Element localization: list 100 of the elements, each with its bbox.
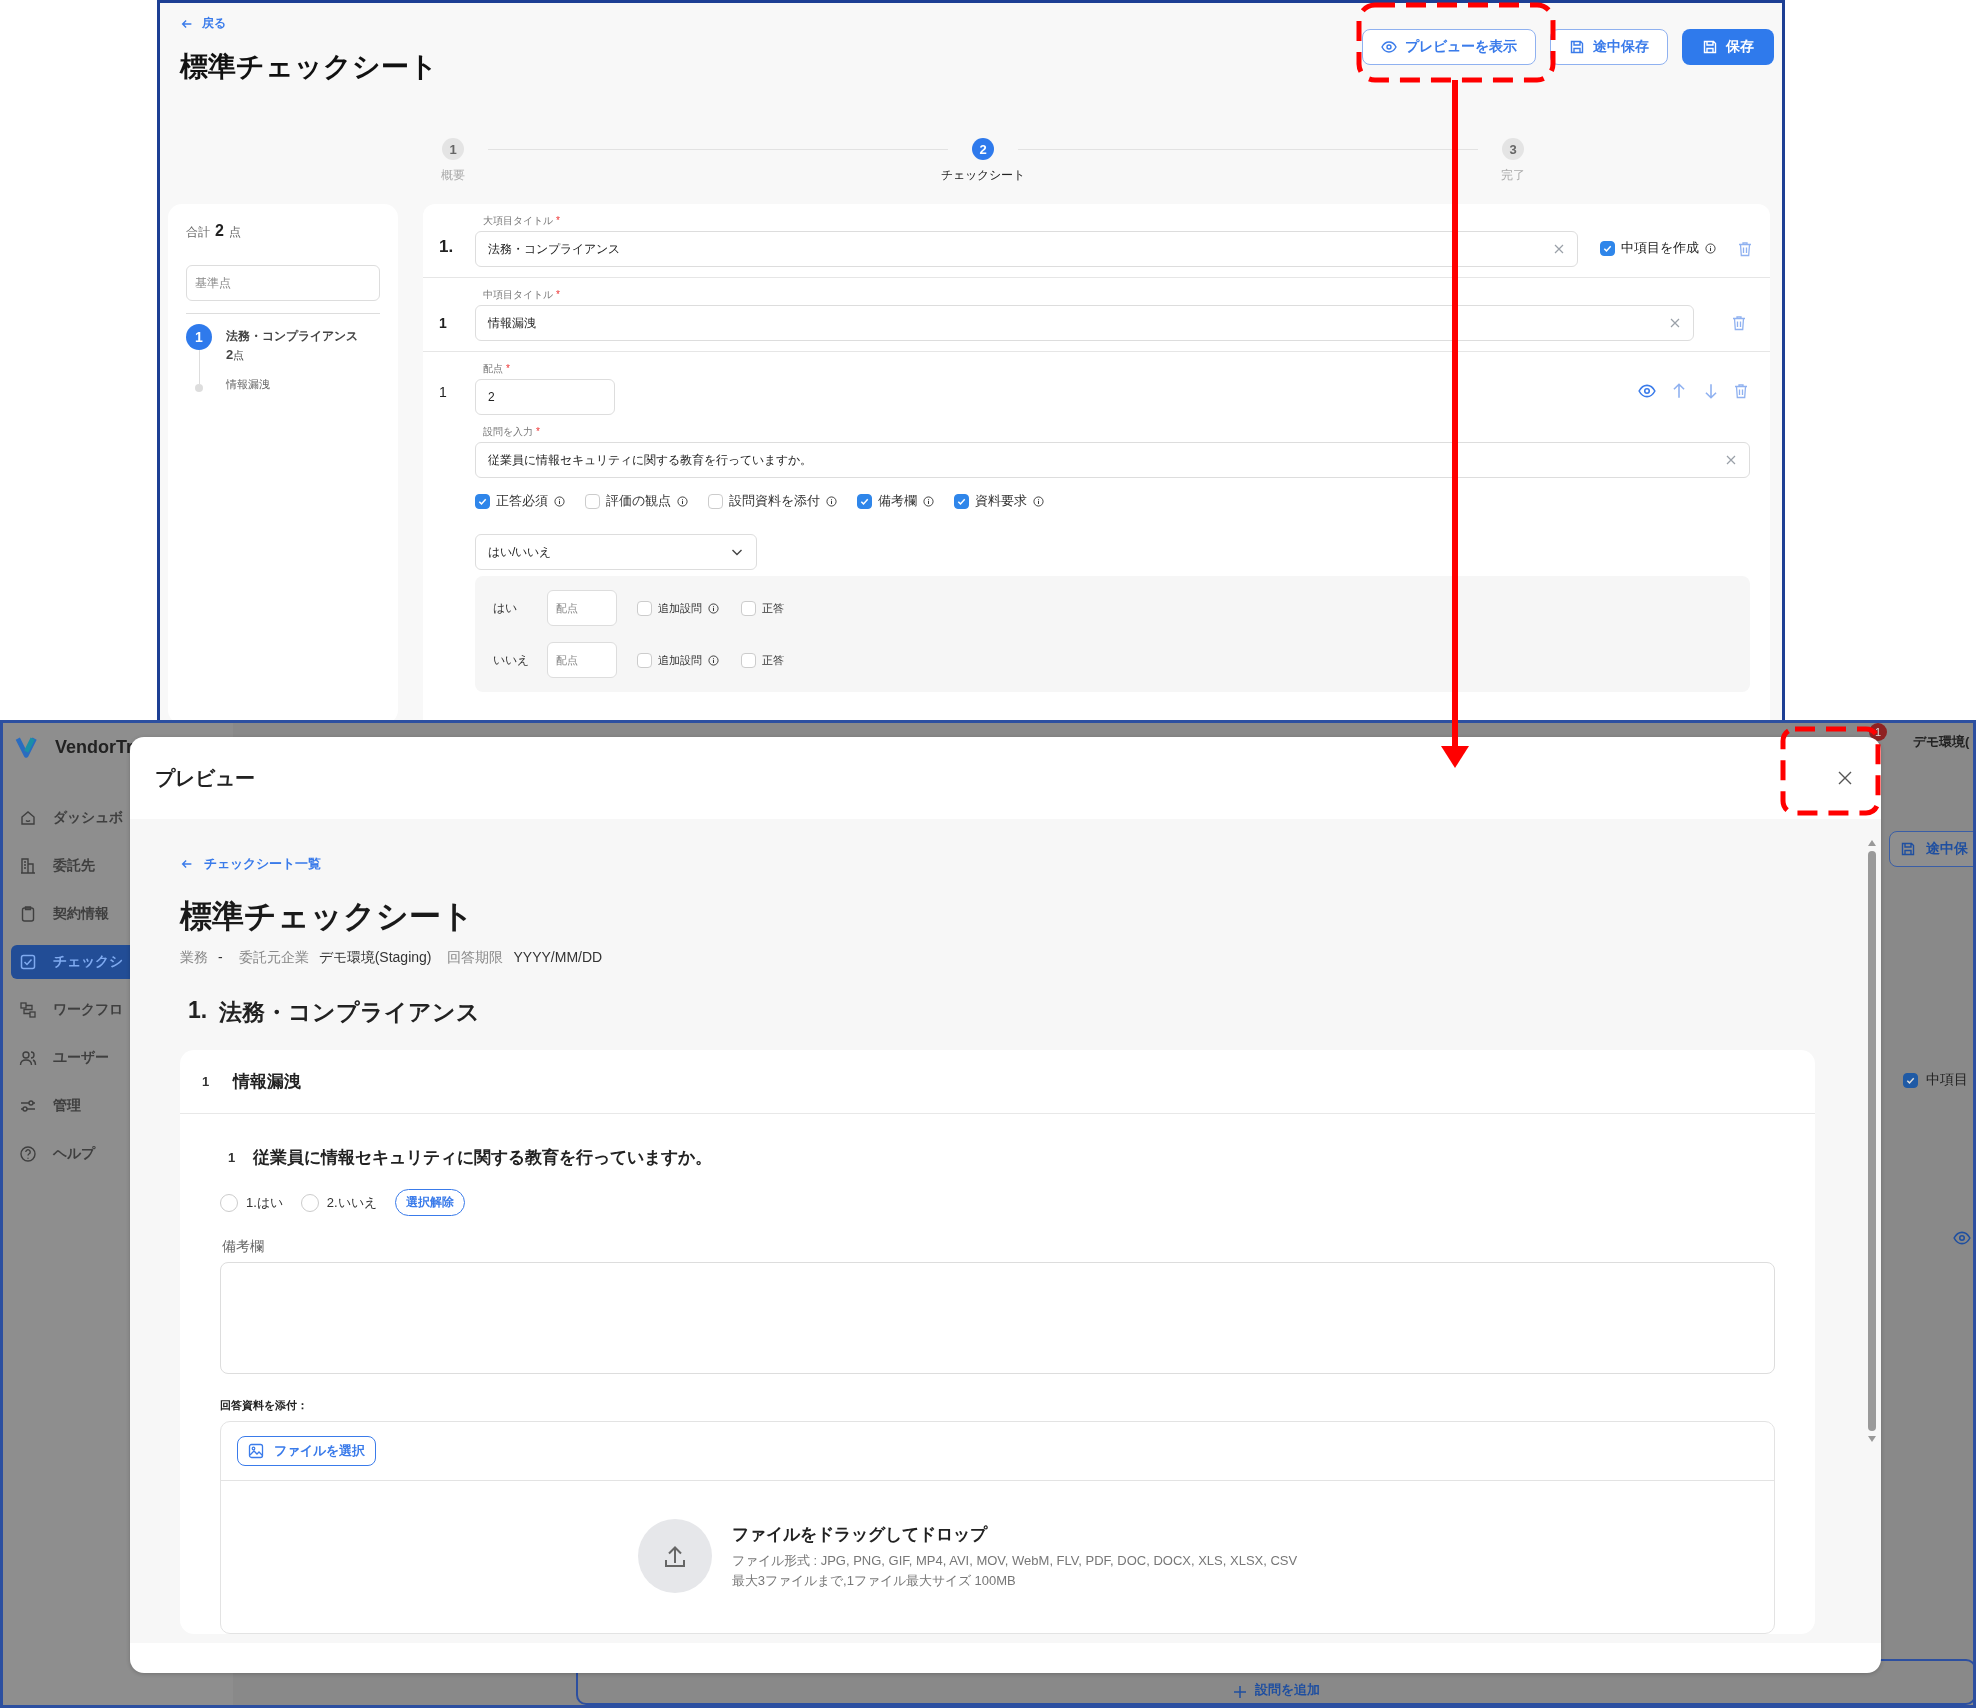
clear-icon[interactable] [1725, 454, 1737, 466]
sheet-title: 標準チェックシート [180, 897, 475, 936]
points-field[interactable]: 配点 [547, 590, 617, 626]
step-label: 概要 [441, 167, 465, 184]
outline-subitem[interactable]: 情報漏洩 [226, 377, 358, 392]
info-icon [923, 495, 934, 507]
save-icon [1900, 841, 1916, 857]
group-number: 1 [202, 1074, 210, 1089]
step-number: 3 [1502, 138, 1524, 160]
nav-item[interactable]: ヘルプ [11, 1137, 225, 1171]
meta-label: 回答期限 [447, 949, 504, 967]
group-title: 情報漏洩 [233, 1071, 302, 1093]
checkbox[interactable] [1903, 1072, 1918, 1088]
save-button[interactable]: 保存 [1682, 29, 1774, 65]
checkbox-label: 追加設問 [658, 600, 702, 616]
file-limits: 最大3ファイルまで,1ファイル最大サイズ 100MB [731, 1571, 1017, 1590]
radio-label: 2.いいえ [326, 1193, 377, 1212]
close-icon[interactable] [1837, 770, 1853, 786]
back-link[interactable]: チェックシート一覧 [180, 855, 1815, 873]
radio-button[interactable] [300, 1193, 319, 1212]
info-icon [708, 654, 719, 666]
choice-label: いいえ [493, 651, 530, 669]
outline-score: 2点 [226, 347, 246, 363]
checkbox-label: 追加設問 [658, 652, 702, 668]
radio-label: 1.はい [246, 1193, 283, 1212]
attach-label: 回答資料を添付： [220, 1398, 309, 1413]
clear-selection-button[interactable]: 選択解除 [394, 1189, 465, 1216]
meta-label: 委託元企業 [238, 949, 309, 967]
section-title: 法務・コンプライアンス [219, 998, 481, 1027]
step-number: 1 [442, 138, 464, 160]
arrow-left-icon [180, 857, 194, 871]
item-number: 1. [439, 237, 455, 258]
image-icon [248, 1443, 264, 1459]
info-icon [1705, 242, 1716, 254]
scroll-down-icon[interactable] [1867, 1435, 1877, 1443]
drop-title: ファイルをドラッグしてドロップ [731, 1523, 989, 1546]
checkbox-label: 正答 [762, 652, 784, 668]
base-score-field[interactable]: 基準点 [186, 265, 380, 301]
checkbox-label: 評価の観点 [606, 492, 671, 510]
checkbox-label: 資料要求 [975, 492, 1027, 510]
plus-icon [1232, 1685, 1247, 1699]
sliders-icon [19, 1097, 37, 1115]
field-label: 中項目タイトル * [482, 288, 561, 302]
remarks-label: 備考欄 [221, 1238, 265, 1256]
draft-save-button[interactable]: 途中保 [1889, 831, 1973, 867]
points-field[interactable]: 2 [475, 379, 615, 415]
outline-number: 1 [186, 324, 212, 350]
upload-icon[interactable] [637, 1519, 712, 1593]
checkbox-label: 設問資料を添付 [729, 492, 820, 510]
checkbox-label: 正答 [762, 600, 784, 616]
environment-name: デモ環境( [1913, 733, 1970, 751]
choice-label: はい [493, 599, 518, 617]
trash-icon[interactable] [1734, 382, 1748, 399]
meta-value: デモ環境(Staging) [318, 949, 432, 967]
points-field[interactable]: 配点 [547, 642, 617, 678]
file-select-button[interactable]: ファイルを選択 [237, 1436, 376, 1466]
checkbox[interactable] [1600, 240, 1615, 256]
eye-icon[interactable] [1953, 1229, 1971, 1247]
clipboard-icon [19, 905, 37, 923]
preview-button[interactable]: プレビューを表示 [1362, 29, 1536, 65]
info-icon [554, 495, 565, 507]
trash-icon[interactable] [1732, 315, 1746, 331]
back-link[interactable]: 戻る [180, 15, 438, 32]
question-number: 1 [228, 1150, 236, 1165]
file-formats: ファイル形式 : JPG, PNG, GIF, MP4, AVI, MOV, WebM, FLV, PDF, DOC, DOCX, XLS, XLSX, CSV [731, 1551, 1298, 1570]
question-field[interactable]: 従業員に情報セキュリティに関する教育を行っていますか。 [475, 442, 1750, 478]
meta-value: YYYY/MM/DD [513, 949, 603, 965]
dialog-title: プレビュー [155, 765, 255, 791]
step-label: 完了 [1501, 167, 1525, 184]
answer-type-dropdown[interactable]: はい/いいえ [475, 534, 757, 570]
trash-icon[interactable] [1738, 241, 1752, 257]
checkbox[interactable] [475, 493, 490, 509]
help-icon [19, 1145, 37, 1163]
outline-item[interactable]: 法務・コンプライアンス [226, 328, 358, 345]
checkbox-label: 備考欄 [878, 492, 917, 510]
checkbox-label: 中項目を作成 [1621, 239, 1699, 257]
info-icon [677, 495, 688, 507]
user-icon [19, 1049, 37, 1067]
field-label: 配点 * [482, 362, 511, 376]
middle-title-field[interactable]: 情報漏洩 [475, 305, 1694, 341]
radio-button[interactable] [220, 1193, 238, 1212]
question-number: 1 [439, 383, 448, 402]
home-icon [19, 809, 37, 827]
scroll-up-icon[interactable] [1867, 839, 1877, 847]
total-label: 合計 [186, 224, 210, 241]
save-icon [1569, 39, 1585, 55]
checkbox-icon [19, 953, 37, 971]
step-label: チェックシート [941, 167, 1025, 184]
checkbox[interactable] [857, 493, 872, 509]
step-number: 2 [972, 138, 994, 160]
nav-item[interactable]: 管理 [11, 1089, 225, 1123]
checkbox[interactable] [954, 493, 969, 509]
clear-icon[interactable] [1669, 317, 1681, 329]
meta-value: - [218, 949, 223, 965]
clear-icon[interactable] [1553, 243, 1565, 255]
remarks-field[interactable] [220, 1262, 1775, 1374]
nav-item[interactable]: ユーザー [11, 1041, 225, 1075]
nav-item[interactable]: ダッシュボ [11, 801, 225, 835]
major-title-field[interactable]: 法務・コンプライアンス [475, 231, 1578, 267]
draft-save-button[interactable]: 途中保存 [1550, 29, 1668, 65]
